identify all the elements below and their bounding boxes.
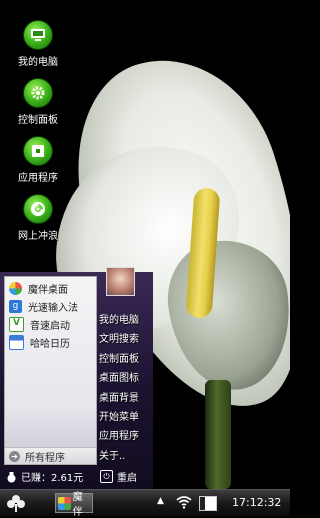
desktop-icon-label: 网上冲浪	[18, 231, 58, 242]
menu-item-control-panel[interactable]: 控制面板	[99, 350, 153, 369]
menu-app-label: 魔伴桌面	[28, 284, 68, 296]
menu-item-my-computer[interactable]: 我的电脑	[99, 311, 153, 330]
g-icon: g	[9, 299, 22, 313]
start-menu-app-list: 魔伴桌面 g 光速输入法 V 音速启动 哈哈日历 ➜ 所有程序	[4, 276, 97, 465]
calendar-icon	[9, 334, 24, 350]
avatar[interactable]	[106, 267, 135, 296]
menu-app-mo-desktop[interactable]: 魔伴桌面	[5, 279, 96, 297]
menu-item-desktop-background[interactable]: 桌面背景	[99, 389, 153, 408]
menu-app-calendar[interactable]: 哈哈日历	[5, 333, 96, 351]
desktop-icon-web-surfing[interactable]: 网上冲浪	[8, 194, 68, 242]
menu-app-label: 音速启动	[30, 320, 70, 332]
start-menu-system-list: 我的电脑 文明搜索 控制面板 桌面图标 桌面背景 开始菜单 应用程序 关于..	[99, 311, 153, 466]
menu-app-label: 哈哈日历	[30, 338, 70, 350]
tray-expand-icon[interactable]: ▲	[157, 496, 164, 506]
restart-button[interactable]: ⏻ 重启	[100, 469, 137, 484]
earnings-display: 已赚：2.61元	[6, 469, 83, 484]
menu-item-start-menu[interactable]: 开始菜单	[99, 408, 153, 427]
earnings-label: 已赚：2.61元	[21, 473, 84, 484]
menu-item-desktop-icons[interactable]: 桌面图标	[99, 369, 153, 388]
all-programs-label: 所有程序	[25, 452, 65, 464]
menu-item-applications[interactable]: 应用程序	[99, 427, 153, 446]
desktop-icon-my-computer[interactable]: 我的电脑	[8, 20, 68, 68]
menu-app-quick-launch[interactable]: V 音速启动	[5, 315, 96, 333]
start-menu-footer: 已赚：2.61元 ⏻ 重启	[0, 464, 153, 489]
wifi-icon[interactable]	[176, 495, 192, 509]
desktop-icon-label: 控制面板	[18, 115, 58, 126]
desktop-icon-label: 我的电脑	[18, 57, 58, 68]
arrow-right-icon: ➜	[9, 450, 20, 462]
desktop-icon-label: 应用程序	[18, 173, 58, 184]
restart-label: 重启	[117, 473, 137, 484]
taskbar-app-mo[interactable]: 魔伴	[55, 492, 93, 518]
gear-icon	[23, 78, 53, 108]
menu-item-search[interactable]: 文明搜索	[99, 330, 153, 349]
power-icon: ⏻	[100, 470, 113, 483]
battery-icon[interactable]	[199, 496, 217, 511]
taskbar-app-label: 魔伴	[72, 492, 83, 518]
box-icon	[23, 136, 53, 166]
desktop-icon-control-panel[interactable]: 控制面板	[8, 78, 68, 126]
menu-app-label: 光速输入法	[28, 302, 78, 314]
start-button[interactable]	[6, 494, 26, 512]
clover-icon	[7, 495, 25, 512]
taskbar: 魔伴 ▲ 17:12:32	[0, 489, 290, 518]
globe-icon	[23, 194, 53, 224]
battery-level	[200, 497, 205, 510]
wallpaper-lily-stem	[205, 380, 231, 489]
clock: 17:12:32	[232, 496, 282, 509]
menu-app-input-method[interactable]: g 光速输入法	[5, 297, 96, 315]
desktop-icon-applications[interactable]: 应用程序	[8, 136, 68, 184]
money-bag-icon	[7, 471, 16, 482]
computer-icon	[23, 20, 53, 50]
v-icon: V	[9, 316, 24, 332]
pinwheel-icon	[9, 281, 22, 295]
all-programs-button[interactable]: ➜ 所有程序	[5, 447, 96, 464]
pinwheel-icon	[58, 496, 71, 510]
